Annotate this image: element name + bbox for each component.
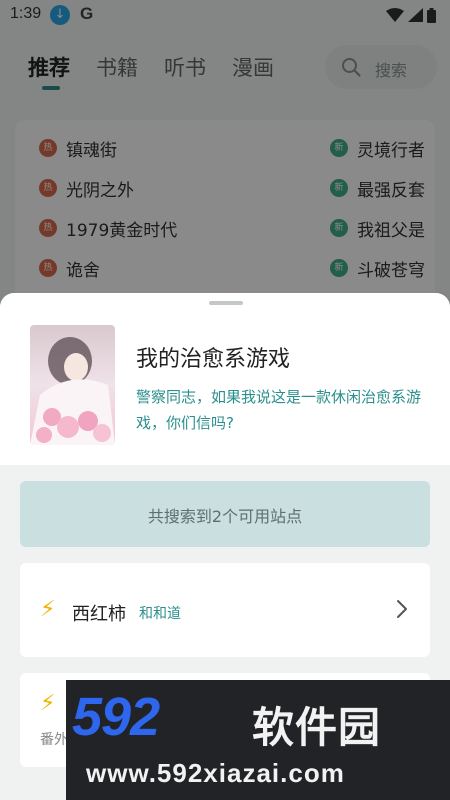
- site-subtitle: 番外: [40, 732, 68, 748]
- search-result-text: 共搜索到2个可用站点: [147, 507, 303, 526]
- lightning-icon: ⚡: [40, 691, 56, 716]
- site-author: 和和道: [139, 606, 181, 622]
- watermark-banner: 592 软件园 www.592xiazai.com: [66, 680, 450, 800]
- site-name: 西红柿: [72, 604, 126, 625]
- lightning-icon: ⚡: [40, 597, 56, 622]
- watermark-url: www.592xiazai.com: [86, 758, 345, 788]
- drag-handle[interactable]: [209, 301, 243, 305]
- watermark-logo: 592: [72, 687, 160, 747]
- book-description: 警察同志，如果我说这是一款休闲治愈系游戏，你们信吗?: [136, 388, 422, 432]
- search-result-banner: 共搜索到2个可用站点: [20, 481, 430, 547]
- book-title: 我的治愈系游戏: [136, 347, 291, 372]
- site-item[interactable]: ⚡ 西红柿 和和道: [20, 563, 430, 657]
- book-cover: [30, 325, 115, 445]
- book-header: 我的治愈系游戏 警察同志，如果我说这是一款休闲治愈系游戏，你们信吗?: [0, 293, 450, 465]
- watermark-site-name: 软件园: [252, 703, 382, 752]
- chevron-right-icon: [397, 600, 407, 618]
- book-cover-art: [30, 325, 115, 445]
